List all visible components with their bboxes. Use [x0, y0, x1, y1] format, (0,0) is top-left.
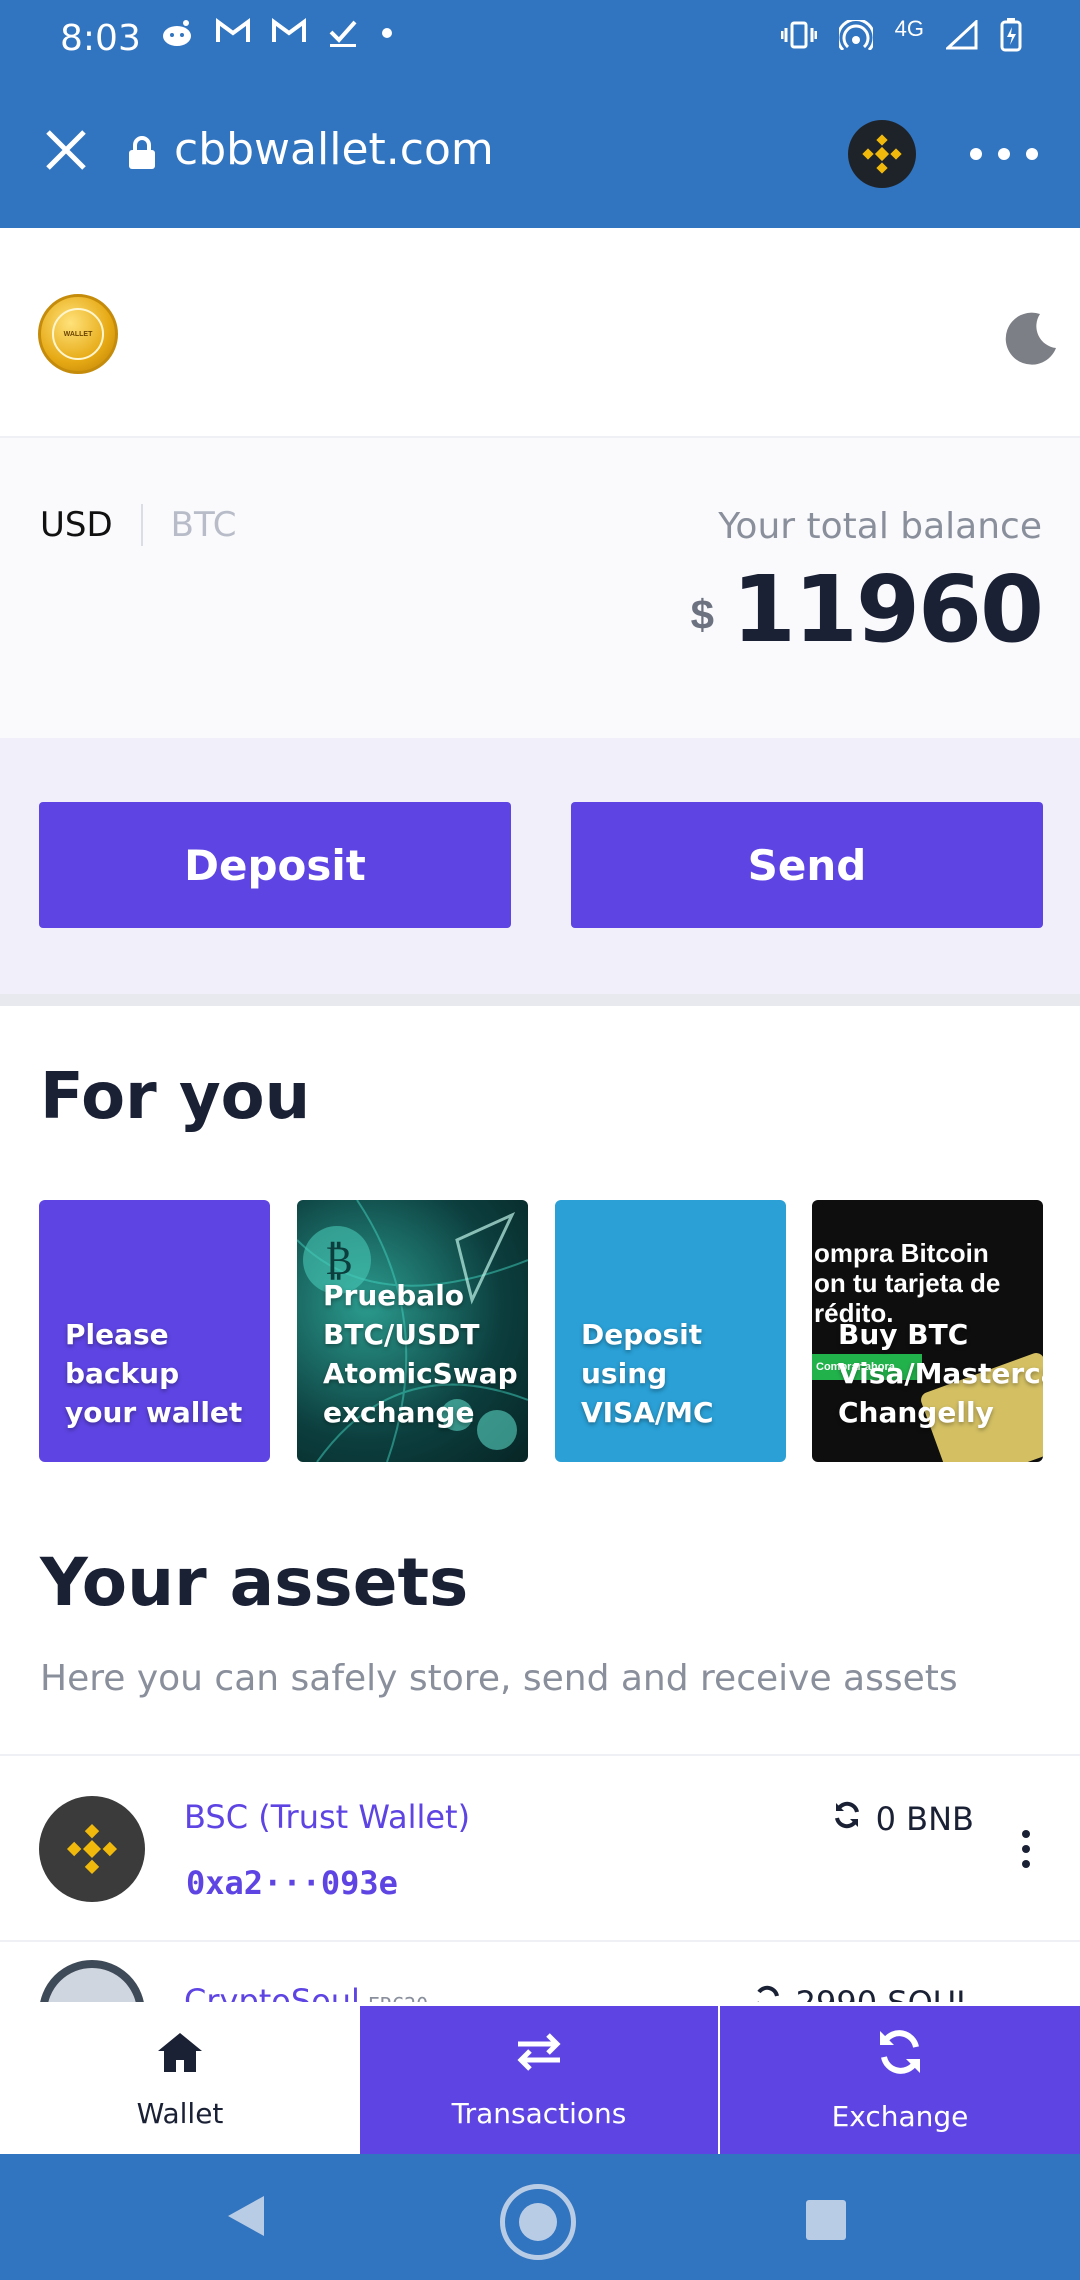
balance-section: USD BTC Your total balance $ 11960: [0, 438, 1080, 738]
hotspot-icon: [836, 18, 876, 58]
card-buy-btc[interactable]: ompra Bitcoin on tu tarjeta de rédito. C…: [812, 1200, 1043, 1462]
recents-icon[interactable]: [806, 2200, 846, 2240]
gmail-icon: [216, 18, 250, 56]
asset-balance: 2990 SOUL: [752, 1984, 974, 2002]
more-icon[interactable]: [970, 148, 1038, 160]
transfer-arrows-icon: [514, 2030, 564, 2081]
signal-icon: [944, 18, 978, 58]
binance-icon: [39, 1796, 145, 1902]
status-bar: 8:03 4G: [0, 0, 1080, 80]
asset-name[interactable]: CryptoSoul ERC20: [184, 1982, 428, 2002]
card-backup-wallet[interactable]: Please backup your wallet: [39, 1200, 270, 1462]
currency-option-btc[interactable]: BTC: [171, 505, 237, 545]
gmail-icon: [272, 18, 306, 56]
asset-tag: ERC20: [368, 1993, 428, 2002]
dot-icon: [380, 18, 394, 56]
asset-balance: 0 BNB: [832, 1800, 974, 1838]
nav-exchange[interactable]: Exchange: [720, 2006, 1080, 2154]
refresh-icon: [875, 2027, 925, 2084]
home-circle-icon[interactable]: [500, 2184, 576, 2260]
network-type: 4G: [894, 16, 924, 41]
url-text[interactable]: cbbwallet.com: [174, 124, 494, 175]
nav-label: Exchange: [831, 2100, 969, 2133]
moon-icon[interactable]: [1000, 308, 1060, 368]
system-status-icons: 4G: [780, 16, 1022, 60]
home-icon: [155, 2030, 205, 2081]
assets-title: Your assets: [40, 1544, 469, 1621]
card-label: Deposit using VISA/MC: [581, 1318, 714, 1429]
asset-name-text: CryptoSoul: [184, 1982, 360, 2002]
send-button[interactable]: Send: [571, 802, 1043, 928]
card-deposit-visa[interactable]: Deposit using VISA/MC: [555, 1200, 786, 1462]
card-label: Please backup your wallet: [65, 1318, 243, 1429]
currency-symbol: $: [690, 590, 714, 638]
tasks-icon: [328, 18, 358, 56]
reddit-icon: [160, 18, 194, 56]
wallet-logo-text: WALLET: [52, 308, 104, 360]
assets-subtitle: Here you can safely store, send and rece…: [40, 1658, 958, 1699]
asset-row[interactable]: CryptoSoul ERC20 2990 SOUL: [0, 1942, 1080, 2002]
card-label: Buy BTC Visa/Mastercard Changelly: [838, 1318, 1043, 1429]
asset-menu-icon[interactable]: [1022, 1830, 1030, 1868]
asset-row[interactable]: BSC (Trust Wallet) 0xa2···093e 0 BNB: [0, 1756, 1080, 1942]
bottom-nav: Wallet Transactions Exchange: [0, 2006, 1080, 2154]
nav-wallet[interactable]: Wallet: [0, 2006, 360, 2154]
notification-icons: [160, 18, 394, 56]
refresh-icon[interactable]: [832, 1800, 862, 1838]
currency-toggle: USD BTC: [40, 504, 237, 546]
asset-balance-value: 2990 SOUL: [796, 1984, 974, 2002]
asset-name[interactable]: BSC (Trust Wallet): [184, 1798, 470, 1836]
card-atomic-swap[interactable]: ₿ Pruebalo BTC/USDT AtomicSwap exchange: [297, 1200, 528, 1462]
nav-label: Wallet: [136, 2097, 224, 2130]
asset-address[interactable]: 0xa2···093e: [186, 1864, 398, 1902]
browser-toolbar: cbbwallet.com: [0, 80, 1080, 228]
wallet-logo[interactable]: WALLET: [38, 294, 118, 374]
system-navigation: [0, 2154, 1080, 2280]
back-icon[interactable]: [226, 2194, 266, 2243]
battery-charging-icon: [1000, 18, 1022, 60]
card-label: Pruebalo BTC/USDT AtomicSwap exchange: [323, 1279, 518, 1429]
nav-label: Transactions: [451, 2097, 627, 2130]
refresh-icon[interactable]: [752, 1984, 782, 2002]
nav-transactions[interactable]: Transactions: [360, 2006, 720, 2154]
cryptosoul-icon: [39, 1960, 145, 2002]
deposit-button[interactable]: Deposit: [39, 802, 511, 928]
balance-amount: 11960: [731, 556, 1044, 663]
balance-value: $ 11960: [690, 556, 1044, 663]
close-icon[interactable]: [42, 126, 90, 174]
promo-cards: Please backup your wallet ₿ Pruebalo BTC…: [39, 1200, 1080, 1462]
vibrate-icon: [780, 20, 818, 58]
currency-divider: [140, 504, 143, 546]
for-you-title: For you: [40, 1060, 311, 1134]
status-time: 8:03: [60, 18, 141, 59]
action-area: Deposit Send: [0, 738, 1080, 994]
section-divider: [0, 994, 1080, 1006]
currency-option-usd[interactable]: USD: [40, 505, 113, 545]
balance-label: Your total balance: [718, 506, 1042, 547]
binance-icon[interactable]: [848, 120, 916, 188]
asset-balance-value: 0 BNB: [875, 1800, 974, 1838]
app-header: WALLET: [0, 228, 1080, 438]
lock-icon: [128, 136, 156, 170]
